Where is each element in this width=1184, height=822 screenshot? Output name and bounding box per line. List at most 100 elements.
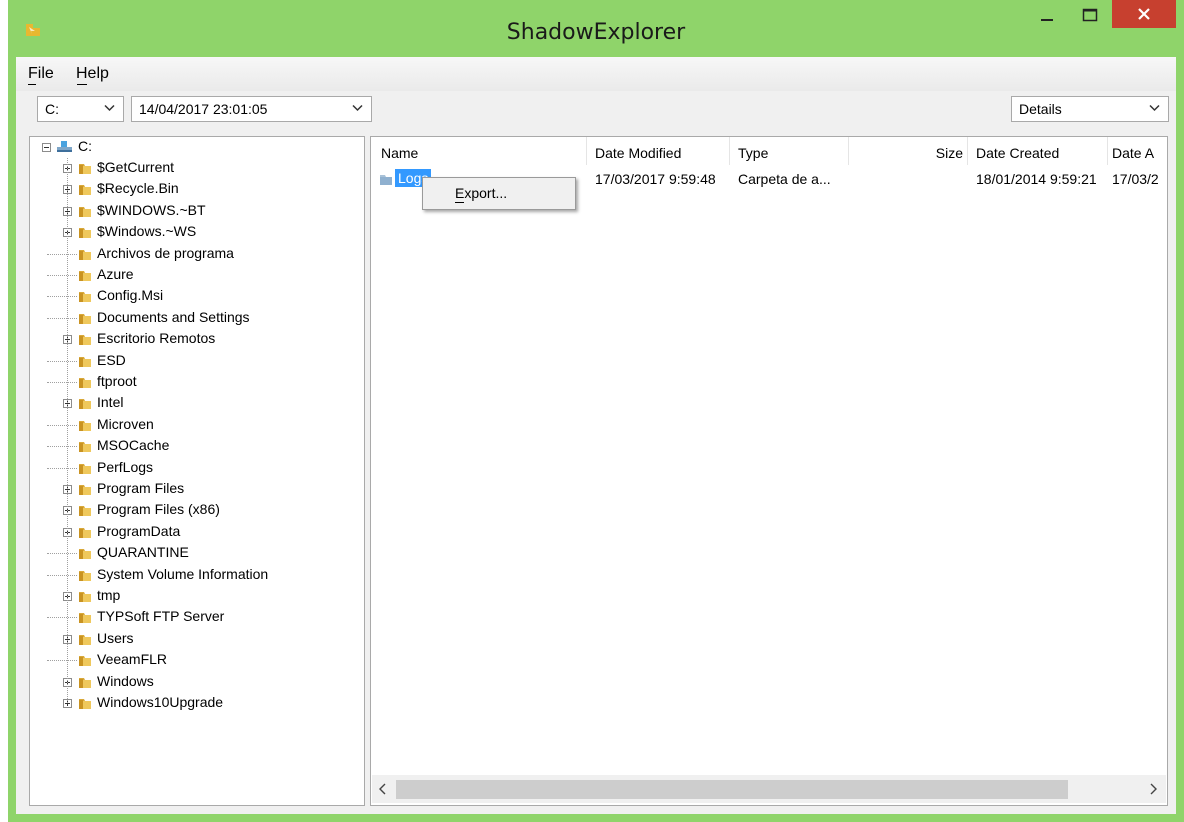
folder-icon	[78, 396, 92, 410]
folder-icon	[78, 225, 92, 239]
snapshot-select[interactable]: 14/04/2017 23:01:05	[131, 96, 372, 122]
maximize-icon	[1082, 8, 1098, 22]
tree-connector	[47, 317, 77, 319]
tree-connector	[47, 253, 77, 255]
tree-item-label: Azure	[97, 266, 134, 282]
view-select[interactable]: Details	[1011, 96, 1169, 122]
tree-connector	[47, 660, 77, 662]
chevron-down-icon	[1149, 104, 1160, 112]
tree-connector	[47, 617, 77, 619]
tree-item-label: $GetCurrent	[97, 159, 175, 175]
tree-item-label: $Windows.~WS	[97, 223, 197, 240]
drive-select-value: C:	[45, 101, 59, 117]
folder-icon	[78, 546, 92, 560]
chevron-right-icon	[1150, 783, 1157, 795]
tree-connector	[47, 382, 77, 383]
tree-item-label: Intel	[97, 394, 124, 411]
help-mnemonic-underline	[77, 84, 87, 85]
tree-item-label: Windows	[97, 672, 154, 689]
close-icon	[1138, 8, 1150, 20]
tree-item-label: tmp	[97, 587, 121, 603]
tree-trunk	[67, 158, 68, 703]
folder-icon	[78, 247, 92, 261]
snapshot-select-value: 14/04/2017 23:01:05	[139, 101, 268, 117]
context-menu-export[interactable]: Export...	[455, 185, 507, 201]
folder-icon	[78, 653, 92, 667]
tree-item-label: ftproot	[97, 373, 137, 389]
collapse-icon[interactable]	[42, 143, 51, 152]
folder-icon	[78, 675, 92, 689]
menu-file[interactable]: File	[28, 65, 54, 83]
tree-item-label: $WINDOWS.~BT	[97, 201, 206, 218]
window-title: ShadowExplorer	[506, 20, 686, 45]
minimize-button[interactable]	[1030, 0, 1064, 30]
tree-item-label: Microven	[97, 415, 154, 432]
folder-icon	[379, 172, 393, 186]
column-divider[interactable]	[967, 137, 968, 165]
folder-icon	[78, 289, 92, 303]
folder-icon	[78, 482, 92, 496]
column-divider[interactable]	[729, 137, 730, 165]
tree-root-label: C:	[78, 138, 92, 154]
scrollbar-thumb[interactable]	[396, 780, 1068, 799]
title-bar[interactable]: ShadowExplorer	[8, 0, 1184, 56]
scroll-left-button[interactable]	[378, 782, 388, 799]
chevron-down-icon	[104, 104, 115, 112]
folder-icon	[78, 461, 92, 475]
tree-connector	[47, 574, 77, 576]
column-header-size[interactable]: Size	[936, 145, 963, 161]
tree-connector	[47, 360, 77, 362]
folder-icon	[78, 632, 92, 646]
scroll-right-button[interactable]	[1148, 782, 1158, 799]
folder-icon	[78, 332, 92, 346]
folder-icon	[78, 354, 92, 368]
drive-select[interactable]: C:	[37, 96, 124, 122]
horizontal-scrollbar[interactable]	[372, 775, 1166, 803]
tree-connector	[47, 275, 77, 276]
tree-item-label: VeeamFLR	[97, 651, 168, 668]
menu-help[interactable]: Help	[76, 65, 109, 83]
folder-icon	[78, 503, 92, 517]
tree-item-label: $Recycle.Bin	[97, 180, 179, 197]
folder-icon	[78, 311, 92, 325]
tree-item-label: PerfLogs	[97, 458, 154, 475]
date-accessed-cell: 17/03/2	[1112, 171, 1159, 187]
close-button[interactable]	[1112, 0, 1176, 28]
tree-item-label: ESD	[97, 351, 126, 368]
tree-item-label: MSOCache	[97, 437, 170, 454]
type-cell: Carpeta de a...	[738, 171, 831, 187]
column-header-type[interactable]: Type	[738, 145, 768, 161]
file-mnemonic-underline	[28, 84, 36, 85]
tree-item-label: Escritorio Remotos	[97, 330, 216, 347]
folder-icon	[78, 610, 92, 624]
file-list[interactable]: Name Date Modified Type Size Date Create…	[370, 136, 1168, 806]
date-modified-cell: 17/03/2017 9:59:48	[595, 171, 716, 187]
column-divider[interactable]	[586, 137, 587, 165]
folder-tree[interactable]: C: $GetCurrent $Recycle.Bin $WINDOWS.~BT $W…	[29, 136, 365, 806]
tree-connector	[47, 467, 77, 469]
folder-icon	[78, 418, 92, 432]
folder-icon	[78, 161, 92, 175]
column-header-date-created[interactable]: Date Created	[976, 145, 1059, 161]
column-header-name[interactable]: Name	[381, 145, 418, 161]
tree-item-label: Program Files	[97, 480, 185, 496]
tree-connector	[47, 424, 77, 426]
maximize-button[interactable]	[1072, 0, 1108, 30]
tree-item-label: TYPSoft FTP Server	[97, 608, 225, 625]
tree-item-label: QUARANTINE	[97, 544, 189, 561]
list-header: Name Date Modified Type Size Date Create…	[371, 137, 1167, 165]
column-divider[interactable]	[1107, 137, 1108, 165]
folder-icon	[78, 589, 92, 603]
column-divider[interactable]	[848, 137, 849, 165]
column-header-date-modified[interactable]: Date Modified	[595, 145, 681, 161]
tree-connector	[47, 553, 77, 555]
toolbar: C: 14/04/2017 23:01:05 Details	[16, 91, 1176, 127]
column-header-date-accessed[interactable]: Date A	[1112, 145, 1154, 161]
chevron-down-icon	[352, 104, 363, 112]
tree-item-label: Windows10Upgrade	[97, 694, 224, 710]
tree-connector	[47, 296, 77, 298]
tree-item-label: Config.Msi	[97, 287, 164, 304]
export-mnemonic-underline	[455, 202, 464, 203]
date-created-cell: 18/01/2014 9:59:21	[976, 171, 1097, 187]
folder-icon	[78, 182, 92, 196]
